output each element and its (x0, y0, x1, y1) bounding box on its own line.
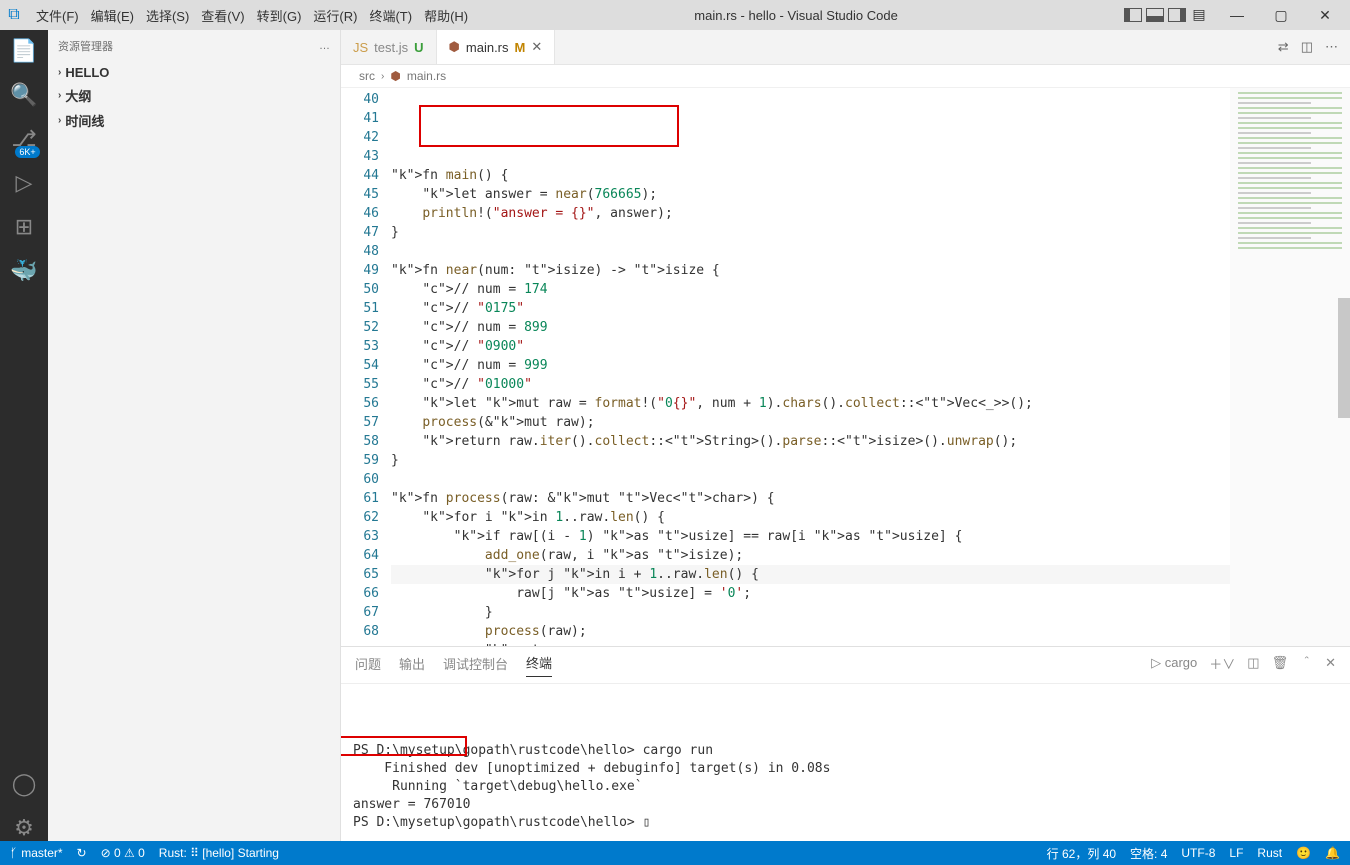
highlight-box-code (419, 105, 679, 147)
layout-left-icon[interactable] (1124, 8, 1142, 22)
extensions-icon[interactable]: ⊞ (15, 214, 33, 240)
layout-bottom-icon[interactable] (1146, 8, 1164, 22)
panel: 问题 输出 调试控制台 终端 ▷ cargo ＋∨ ◫ 🗑 ＾ ✕ PS D:\… (341, 646, 1350, 841)
sidebar-item-hello[interactable]: › HELLO (48, 62, 340, 83)
status-problems[interactable]: ⊘ 0 ⚠ 0 (101, 846, 145, 860)
new-terminal-icon[interactable]: ＋∨ (1209, 654, 1235, 677)
docker-icon[interactable]: 🐳 (10, 258, 37, 284)
breadcrumb[interactable]: src › ⬢ main.rs (341, 65, 1350, 88)
activity-bar: 📄 🔍 ⎇6K+ ▷ ⊞ 🐳 ◯ ⚙ (0, 30, 48, 841)
status-encoding[interactable]: UTF-8 (1181, 846, 1215, 860)
sidebar-more-icon[interactable]: … (319, 40, 330, 52)
menu-goto[interactable]: 转到(G) (257, 6, 302, 25)
tab-actions: ⇄ ◫ ⋯ (1266, 30, 1350, 64)
chevron-right-icon: › (58, 67, 61, 78)
tab-bar: JS test.js U ⬢ main.rs M ✕ ⇄ ◫ ⋯ (341, 30, 1350, 65)
tab-testjs[interactable]: JS test.js U (341, 30, 437, 64)
maximize-icon[interactable]: ▢ (1264, 7, 1298, 24)
kill-terminal-icon[interactable]: 🗑 (1272, 655, 1289, 675)
menu-select[interactable]: 选择(S) (146, 6, 189, 25)
sidebar: 资源管理器 … › HELLO › 大纲 › 时间线 (48, 30, 341, 841)
status-bell-icon[interactable]: 🔔 (1325, 846, 1340, 860)
highlight-box-terminal (341, 736, 467, 756)
minimize-icon[interactable]: — (1220, 7, 1254, 23)
menu-run[interactable]: 运行(R) (313, 6, 357, 25)
tab-status: U (414, 40, 423, 55)
menu-view[interactable]: 查看(V) (201, 6, 244, 25)
tab-status: M (515, 40, 526, 55)
minimap-scrollbar[interactable] (1338, 298, 1350, 418)
settings-icon[interactable]: ⚙ (14, 815, 34, 841)
compare-icon[interactable]: ⇄ (1278, 39, 1289, 55)
rust-file-icon: ⬢ (449, 39, 460, 55)
sidebar-item-label: 大纲 (65, 86, 91, 105)
maximize-panel-icon[interactable]: ＾ (1300, 654, 1313, 677)
terminal-content[interactable]: PS D:\mysetup\gopath\rustcode\hello> car… (341, 684, 1350, 841)
scm-badge: 6K+ (15, 146, 39, 158)
menu-edit[interactable]: 编辑(E) (91, 6, 134, 25)
sidebar-header: 资源管理器 … (48, 30, 340, 62)
debug-icon[interactable]: ▷ (16, 170, 33, 196)
panel-tab-output[interactable]: 输出 (399, 654, 425, 677)
sidebar-item-outline[interactable]: › 大纲 (48, 83, 340, 108)
status-lang[interactable]: Rust (1257, 846, 1282, 860)
split-terminal-icon[interactable]: ◫ (1247, 655, 1259, 675)
menu-terminal[interactable]: 终端(T) (369, 6, 412, 25)
status-spaces[interactable]: 空格: 4 (1130, 845, 1167, 862)
vscode-logo-icon: ⧉ (0, 6, 28, 24)
search-icon[interactable]: 🔍 (10, 82, 37, 108)
status-feedback-icon[interactable]: 🙂 (1296, 846, 1311, 860)
close-panel-icon[interactable]: ✕ (1325, 655, 1336, 675)
tab-close-icon[interactable]: ✕ (531, 39, 542, 55)
menu-help[interactable]: 帮助(H) (424, 6, 468, 25)
chevron-right-icon: › (58, 90, 61, 101)
sidebar-item-label: 时间线 (65, 111, 104, 130)
minimap[interactable] (1230, 88, 1350, 646)
status-sync[interactable]: ↻ (77, 846, 87, 860)
sidebar-title: 资源管理器 (58, 38, 113, 54)
chevron-right-icon: › (381, 71, 384, 82)
chevron-right-icon: › (58, 115, 61, 126)
sidebar-item-timeline[interactable]: › 时间线 (48, 108, 340, 133)
menu-bar: 文件(F) 编辑(E) 选择(S) 查看(V) 转到(G) 运行(R) 终端(T… (32, 6, 468, 25)
code-editor[interactable]: 4041424344454647484950515253545556575859… (341, 88, 1350, 646)
titlebar: ⧉ 文件(F) 编辑(E) 选择(S) 查看(V) 转到(G) 运行(R) 终端… (0, 0, 1350, 30)
close-icon[interactable]: ✕ (1308, 7, 1342, 24)
account-icon[interactable]: ◯ (12, 771, 37, 797)
editor-area: JS test.js U ⬢ main.rs M ✕ ⇄ ◫ ⋯ src › ⬢… (341, 30, 1350, 841)
status-branch[interactable]: ᚶ master* (10, 846, 63, 860)
status-line-col[interactable]: 行 62，列 40 (1047, 845, 1116, 862)
source-control-icon[interactable]: ⎇6K+ (11, 126, 36, 152)
status-bar: ᚶ master* ↻ ⊘ 0 ⚠ 0 Rust: ⠿ [hello] Star… (0, 841, 1350, 865)
layout-customize-icon[interactable]: ▤ (1190, 8, 1208, 22)
panel-tab-problems[interactable]: 问题 (355, 654, 381, 677)
rust-file-icon: ⬢ (390, 69, 400, 83)
panel-tab-terminal[interactable]: 终端 (526, 653, 552, 677)
tab-mainrs[interactable]: ⬢ main.rs M ✕ (437, 30, 556, 64)
panel-tabs: 问题 输出 调试控制台 终端 ▷ cargo ＋∨ ◫ 🗑 ＾ ✕ (341, 647, 1350, 684)
more-icon[interactable]: ⋯ (1325, 39, 1338, 55)
line-gutter: 4041424344454647484950515253545556575859… (341, 88, 391, 646)
code-content[interactable]: "k">fn main() { "k">let answer = near(76… (391, 88, 1230, 646)
tab-label: main.rs (466, 40, 509, 55)
window-title: main.rs - hello - Visual Studio Code (472, 8, 1120, 23)
panel-tab-debug[interactable]: 调试控制台 (443, 654, 508, 677)
tab-label: test.js (374, 40, 408, 55)
sidebar-item-label: HELLO (65, 65, 109, 80)
breadcrumb-item[interactable]: src (359, 69, 375, 83)
js-file-icon: JS (353, 40, 368, 55)
breadcrumb-item[interactable]: main.rs (407, 69, 446, 83)
window-controls: — ▢ ✕ (1220, 7, 1342, 24)
status-rust[interactable]: Rust: ⠿ [hello] Starting (159, 846, 279, 860)
status-eol[interactable]: LF (1229, 846, 1243, 860)
menu-file[interactable]: 文件(F) (36, 6, 79, 25)
layout-right-icon[interactable] (1168, 8, 1186, 22)
split-icon[interactable]: ◫ (1301, 39, 1313, 55)
terminal-profile[interactable]: ▷ cargo (1151, 655, 1197, 675)
explorer-icon[interactable]: 📄 (10, 38, 37, 64)
layout-icons: ▤ (1124, 8, 1208, 22)
